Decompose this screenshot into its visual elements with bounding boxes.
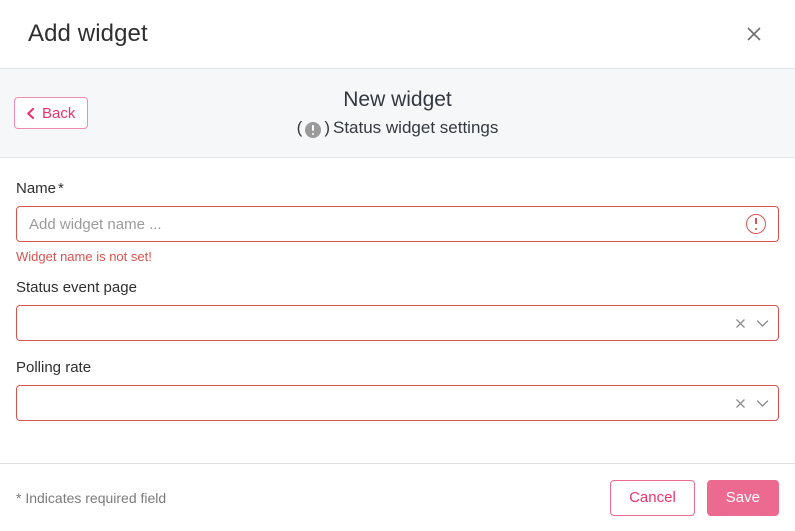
save-button[interactable]: Save xyxy=(706,479,779,516)
add-widget-dialog: Add widget Back New widget ( ) Status wi… xyxy=(0,0,795,531)
status-alert-icon xyxy=(305,121,322,138)
name-label: Name * xyxy=(16,180,779,197)
widget-settings-subtitle: ( ) Status widget settings xyxy=(296,118,499,138)
name-field-group: Name* Widget name is not set! xyxy=(16,180,779,264)
back-button[interactable]: Back xyxy=(14,97,89,129)
dialog-titlebar: Add widget xyxy=(0,0,795,68)
status-event-page-select[interactable] xyxy=(16,305,779,341)
new-widget-title: New widget xyxy=(343,88,452,112)
paren-close: ) xyxy=(324,118,330,138)
clear-icon[interactable] xyxy=(730,386,750,420)
status-event-page-group: Status event page xyxy=(16,279,779,341)
polling-rate-label: Polling rate xyxy=(16,359,92,376)
required-field-note: * Indicates required field xyxy=(16,489,167,506)
chevron-down-icon[interactable] xyxy=(750,306,778,340)
cancel-button[interactable]: Cancel xyxy=(610,479,695,516)
footer-actions: Cancel Save xyxy=(610,479,779,516)
chevron-down-icon[interactable] xyxy=(750,386,778,420)
widget-form: Name* Widget name is not set! Status eve… xyxy=(0,158,795,463)
polling-rate-select[interactable] xyxy=(16,385,779,421)
paren-open: ( xyxy=(296,118,303,138)
polling-rate-group: Polling rate xyxy=(16,359,779,421)
name-input[interactable] xyxy=(17,207,746,241)
name-error-message: Widget name is not set! xyxy=(16,249,152,264)
name-required-mark: * xyxy=(58,180,64,197)
status-event-page-label: Status event page xyxy=(16,279,137,296)
chevron-left-icon xyxy=(25,107,36,120)
close-icon[interactable] xyxy=(737,17,771,51)
widget-subheader: Back New widget ( ) Status widget settin… xyxy=(0,68,795,158)
name-input-wrapper xyxy=(16,206,779,242)
dialog-footer: * Indicates required field Cancel Save xyxy=(0,463,795,531)
alert-circle-icon xyxy=(746,214,766,234)
dialog-title: Add widget xyxy=(28,20,148,47)
name-label-text: Name xyxy=(16,180,57,197)
clear-icon[interactable] xyxy=(730,306,750,340)
back-button-label: Back xyxy=(42,104,76,122)
widget-settings-subtitle-label: Status widget settings xyxy=(332,118,499,138)
